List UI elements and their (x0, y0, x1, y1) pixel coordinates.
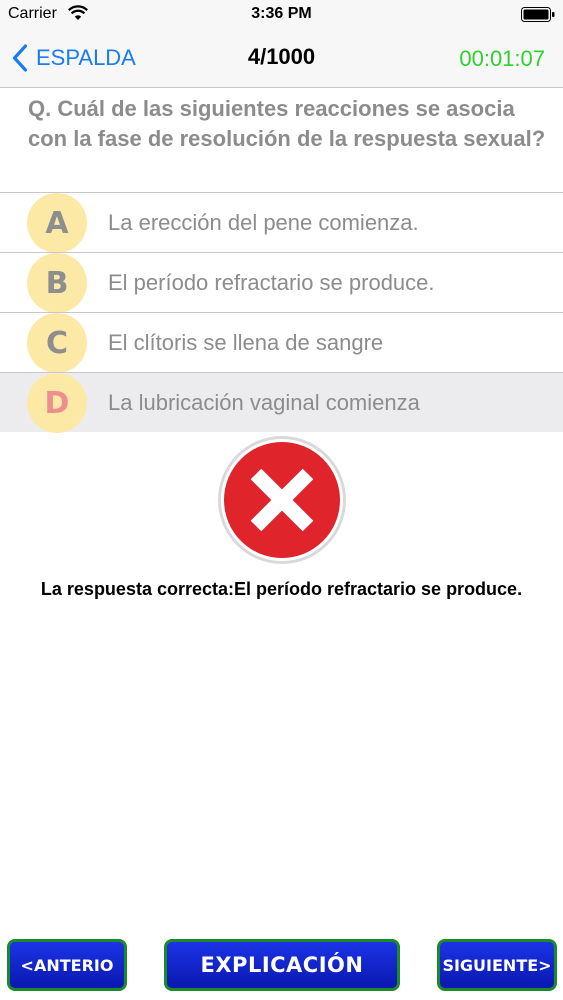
next-button[interactable]: SIGUIENTE> (437, 939, 557, 991)
option-letter-badge: B (27, 253, 87, 313)
option-d[interactable]: D La lubricación vaginal comienza (0, 372, 563, 433)
option-text: La erección del pene comienza. (108, 210, 419, 235)
nav-bar: ESPALDA 4/1000 00:01:07 (0, 30, 563, 88)
option-text: El clítoris se llena de sangre (108, 330, 384, 355)
correct-answer-text: La respuesta correcta:El período refract… (40, 579, 523, 599)
battery-icon (521, 7, 555, 22)
question-text: Q. Cuál de las siguientes reacciones se … (28, 96, 546, 151)
option-a[interactable]: A La erección del pene comienza. (0, 192, 563, 253)
option-c[interactable]: C El clítoris se llena de sangre (0, 312, 563, 373)
option-text: El período refractario se produce. (108, 270, 435, 295)
answer-options: A La erección del pene comienza. B El pe… (0, 192, 563, 433)
quiz-timer: 00:01:07 (459, 46, 545, 71)
option-letter-badge: C (27, 313, 87, 373)
option-letter-badge: A (27, 193, 87, 253)
option-letter-badge: D (27, 373, 87, 433)
status-bar: Carrier 3:36 PM (0, 0, 563, 30)
option-b[interactable]: B El período refractario se produce. (0, 252, 563, 313)
wrong-answer-icon (218, 436, 346, 564)
option-text: La lubricación vaginal comienza (108, 390, 420, 415)
previous-button[interactable]: <ANTERIO (7, 939, 127, 991)
explanation-button[interactable]: EXPLICACIÓN (164, 939, 400, 991)
status-time: 3:36 PM (251, 5, 312, 22)
